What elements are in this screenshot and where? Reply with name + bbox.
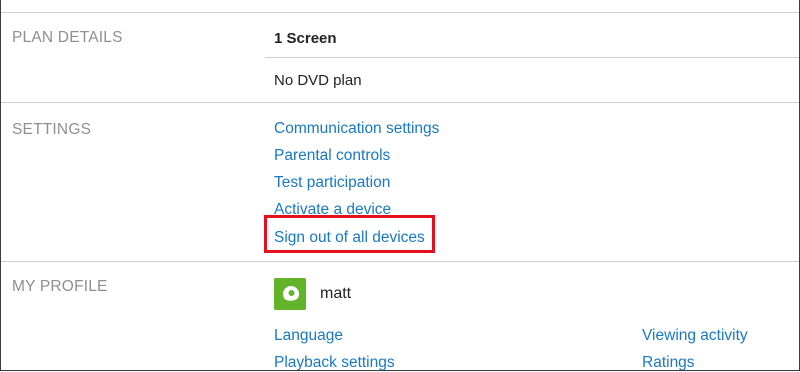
profile-avatar-icon[interactable] [274, 278, 306, 310]
ratings-link[interactable]: Ratings [642, 354, 695, 370]
viewing-activity-link[interactable]: Viewing activity [642, 327, 748, 345]
divider [1, 12, 799, 13]
account-page: PLAN DETAILS 1 Screen No DVD plan SETTIN… [0, 0, 800, 371]
profile-name: matt [320, 285, 352, 302]
settings-heading: SETTINGS [12, 121, 92, 138]
plan-details-heading: PLAN DETAILS [12, 29, 123, 46]
divider [265, 57, 799, 58]
divider [1, 102, 799, 103]
my-profile-heading: MY PROFILE [12, 278, 108, 295]
highlight-annotation-box [264, 215, 435, 253]
divider [1, 261, 799, 262]
communication-settings-link[interactable]: Communication settings [274, 120, 439, 138]
plan-name: 1 Screen [274, 30, 337, 47]
dvd-plan-status: No DVD plan [274, 72, 362, 89]
test-participation-link[interactable]: Test participation [274, 174, 390, 192]
parental-controls-link[interactable]: Parental controls [274, 147, 390, 165]
language-link[interactable]: Language [274, 327, 343, 345]
playback-settings-link[interactable]: Playback settings [274, 354, 395, 370]
